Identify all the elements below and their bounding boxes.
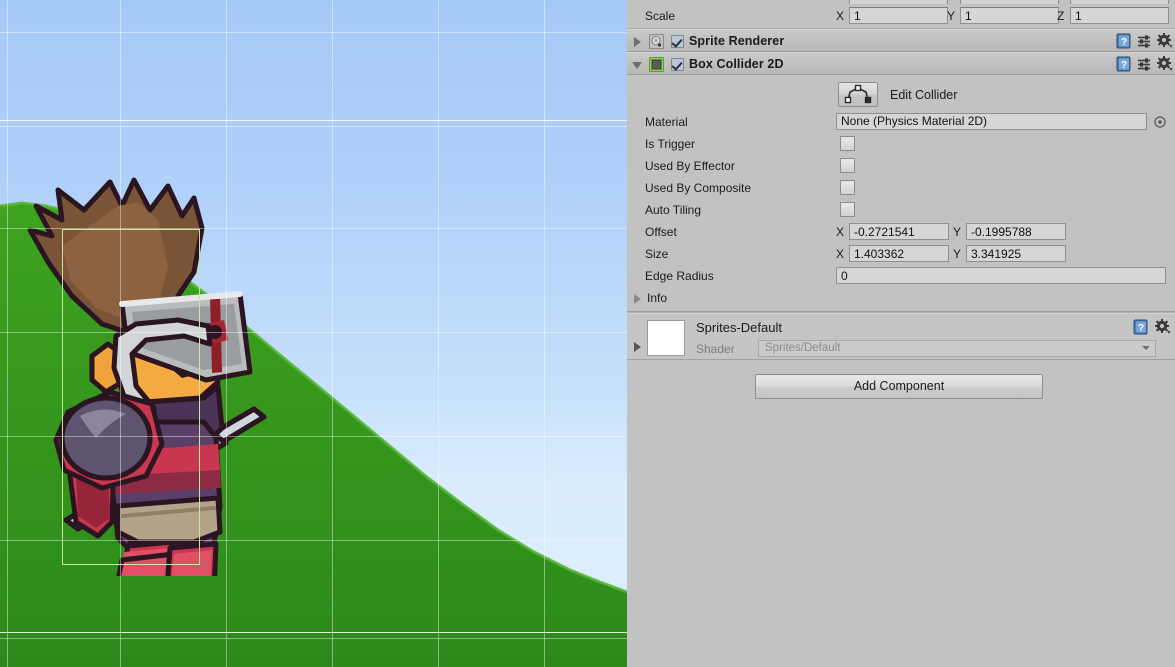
- foldout-closed-icon[interactable]: [634, 37, 641, 47]
- material-label: Material: [645, 115, 688, 129]
- material-asset-name: Sprites-Default: [696, 320, 782, 335]
- box-collider-2d-title: Box Collider 2D: [689, 57, 784, 71]
- foldout-closed-icon[interactable]: [634, 294, 641, 304]
- is-trigger-label: Is Trigger: [645, 137, 696, 151]
- component-header-sprite-renderer[interactable]: Sprite Renderer ?: [627, 29, 1175, 52]
- gear-icon[interactable]: [1157, 33, 1173, 49]
- offset-y-input[interactable]: [966, 223, 1066, 240]
- used-by-effector-label: Used By Effector: [645, 159, 735, 173]
- edit-collider-row: Edit Collider: [627, 79, 1175, 111]
- size-y-input[interactable]: [966, 245, 1066, 262]
- box-collider-2d-enabled-checkbox[interactable]: [671, 58, 684, 71]
- scale-x-input[interactable]: [849, 7, 948, 24]
- transform-scale-row: Scale X Y Z: [627, 4, 1175, 29]
- scale-label: Scale: [645, 9, 676, 23]
- scale-y-input[interactable]: [960, 7, 1059, 24]
- sprite-renderer-icon: [649, 34, 664, 49]
- property-row-material: Material None (Physics Material 2D): [627, 111, 1175, 133]
- help-book-icon[interactable]: ?: [1116, 56, 1132, 72]
- preset-sliders-icon[interactable]: [1137, 34, 1152, 49]
- edge-radius-label: Edge Radius: [645, 269, 714, 283]
- unity-editor-window: Scale X Y Z Sprite Renderer: [0, 0, 1175, 667]
- polygon-edit-icon: [844, 84, 872, 104]
- svg-text:?: ?: [1121, 37, 1127, 48]
- add-component-section: Add Component: [627, 360, 1175, 412]
- edge-radius-input[interactable]: [836, 267, 1166, 284]
- shader-label: Shader: [696, 342, 735, 356]
- box-collider-2d-header-icons: ?: [1116, 56, 1173, 72]
- sprite-renderer-header-icons: ?: [1116, 33, 1173, 49]
- box-collider-2d-icon: [649, 57, 664, 72]
- svg-text:?: ?: [1138, 323, 1144, 334]
- svg-text:?: ?: [1121, 60, 1127, 71]
- material-object-field[interactable]: None (Physics Material 2D): [836, 113, 1147, 130]
- property-row-auto-tiling: Auto Tiling: [627, 199, 1175, 221]
- add-component-button[interactable]: Add Component: [755, 374, 1043, 399]
- property-row-used-by-effector: Used By Effector: [627, 155, 1175, 177]
- material-preview-swatch: [647, 320, 685, 356]
- scale-z-input[interactable]: [1070, 7, 1169, 24]
- inspector-panel: Scale X Y Z Sprite Renderer: [627, 0, 1175, 667]
- foldout-closed-icon[interactable]: [634, 342, 641, 352]
- gear-icon[interactable]: [1157, 56, 1173, 72]
- component-header-box-collider-2d[interactable]: Box Collider 2D ?: [627, 52, 1175, 75]
- gear-icon[interactable]: [1155, 319, 1171, 335]
- size-y-axis-label: Y: [953, 247, 962, 261]
- knight-sprite[interactable]: [18, 176, 278, 576]
- size-x-input[interactable]: [849, 245, 949, 262]
- used-by-effector-checkbox[interactable]: [840, 158, 855, 173]
- offset-x-axis-label: X: [836, 225, 845, 239]
- scale-x-axis-label: X: [836, 9, 845, 23]
- auto-tiling-checkbox[interactable]: [840, 202, 855, 217]
- edit-collider-label: Edit Collider: [890, 88, 958, 102]
- sprite-renderer-enabled-checkbox[interactable]: [671, 35, 684, 48]
- material-asset-block: Sprites-Default Shader Sprites/Default ?: [627, 314, 1175, 360]
- property-row-used-by-composite: Used By Composite: [627, 177, 1175, 199]
- box-collider-2d-body: Edit Collider Material None (Physics Mat…: [627, 75, 1175, 311]
- auto-tiling-label: Auto Tiling: [645, 203, 702, 217]
- property-row-is-trigger: Is Trigger: [627, 133, 1175, 155]
- foldout-open-icon[interactable]: [632, 62, 642, 69]
- sprite-renderer-title: Sprite Renderer: [689, 34, 785, 48]
- property-row-edge-radius: Edge Radius: [627, 265, 1175, 287]
- property-row-offset: Offset X Y: [627, 221, 1175, 243]
- property-row-size: Size X Y: [627, 243, 1175, 265]
- scale-y-axis-label: Y: [947, 9, 956, 23]
- offset-y-axis-label: Y: [953, 225, 962, 239]
- help-book-icon[interactable]: ?: [1116, 33, 1132, 49]
- scene-view[interactable]: [0, 0, 627, 667]
- edit-collider-button[interactable]: [838, 82, 878, 107]
- help-book-icon[interactable]: ?: [1133, 319, 1149, 335]
- used-by-composite-checkbox[interactable]: [840, 180, 855, 195]
- object-picker-icon[interactable]: [1154, 116, 1166, 128]
- shader-dropdown[interactable]: Sprites/Default: [758, 340, 1156, 357]
- used-by-composite-label: Used By Composite: [645, 181, 752, 195]
- info-label: Info: [647, 291, 668, 305]
- scale-z-axis-label: Z: [1057, 9, 1065, 23]
- chevron-down-icon[interactable]: [1142, 346, 1150, 350]
- offset-x-input[interactable]: [849, 223, 949, 240]
- preset-sliders-icon[interactable]: [1137, 57, 1152, 72]
- material-header-icons: ?: [1133, 319, 1171, 335]
- property-row-info[interactable]: Info: [627, 287, 1175, 311]
- size-x-axis-label: X: [836, 247, 845, 261]
- offset-label: Offset: [645, 225, 677, 239]
- size-label: Size: [645, 247, 669, 261]
- is-trigger-checkbox[interactable]: [840, 136, 855, 151]
